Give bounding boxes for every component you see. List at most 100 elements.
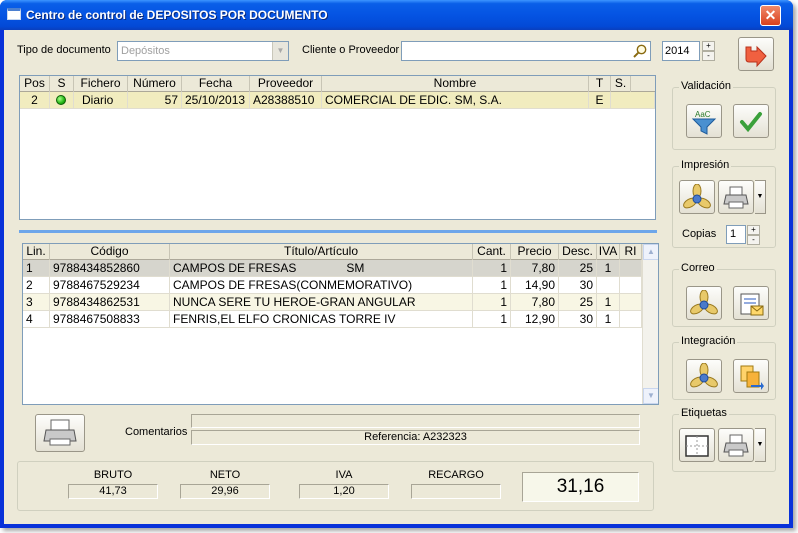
col-fichero[interactable]: Fichero — [74, 76, 128, 92]
cell-desc: 30 — [559, 311, 597, 328]
reference-field: Referencia: A232323 — [191, 430, 640, 445]
title-bar[interactable]: Centro de control de DEPOSITOS POR DOCUM… — [0, 0, 793, 30]
lines-header: Lin. Código Título/Artículo Cant. Precio… — [23, 244, 642, 260]
status-dot-icon — [56, 95, 66, 105]
cell-cant: 1 — [473, 294, 511, 311]
funnel-filter-icon: AaC — [691, 110, 717, 135]
exit-button[interactable] — [738, 37, 774, 71]
table-row[interactable]: 2 9788467529234 CAMPOS DE FRESAS(CONMEMO… — [23, 277, 642, 294]
client-area: Tipo de documento Depósitos ▼ Cliente o … — [4, 30, 789, 524]
labels-button[interactable] — [679, 428, 715, 462]
table-row[interactable]: 1 9788434852860 CAMPOS DE FRESAS SM 1 7,… — [23, 260, 642, 277]
copies-spinner[interactable]: + - — [747, 225, 760, 245]
printer-icon — [723, 434, 749, 457]
integration-panel: Integración — [672, 335, 776, 400]
validate-button[interactable] — [733, 104, 769, 138]
close-button[interactable]: ✕ — [760, 5, 781, 26]
cell-iva: 1 — [597, 311, 620, 328]
cell-lin: 4 — [23, 311, 50, 328]
integration-config-button[interactable] — [686, 359, 722, 393]
cell-cant: 1 — [473, 260, 511, 277]
documents-header: Pos S Fichero Número Fecha Proveedor Nom… — [20, 76, 655, 92]
scroll-down-icon[interactable]: ▼ — [643, 388, 658, 404]
comments-input[interactable] — [191, 414, 640, 428]
mail-config-button[interactable] — [686, 286, 722, 320]
col-proveedor[interactable]: Proveedor — [250, 76, 322, 92]
fan-icon — [690, 290, 718, 315]
spin-up-icon[interactable]: + — [747, 225, 760, 235]
table-row[interactable]: 3 9788434862531 NUNCA SERE TU HEROE-GRAN… — [23, 294, 642, 311]
year-spinner[interactable]: + - — [702, 41, 715, 61]
iva-value: 1,20 — [299, 484, 389, 499]
splitter[interactable] — [19, 230, 657, 233]
col-tipo[interactable]: T — [589, 76, 611, 92]
col-cant[interactable]: Cant. — [473, 244, 511, 260]
cell-tipo: E — [589, 92, 611, 109]
cell-precio: 12,90 — [511, 311, 559, 328]
print-options-dropdown[interactable]: ▼ — [755, 180, 766, 214]
chevron-down-icon[interactable]: ▼ — [272, 42, 288, 60]
col-nombre[interactable]: Nombre — [322, 76, 589, 92]
recargo-value — [411, 484, 501, 499]
cell-titulo: NUNCA SERE TU HEROE-GRAN ANGULAR — [170, 294, 473, 311]
validate-filter-button[interactable]: AaC — [686, 104, 722, 138]
window-title: Centro de control de DEPOSITOS POR DOCUM… — [26, 8, 328, 22]
copies-label: Copias — [682, 228, 717, 240]
cell-ri — [620, 277, 642, 294]
cell-titulo: FENRIS,EL ELFO CRONICAS TORRE IV — [170, 311, 473, 328]
col-precio[interactable]: Precio — [511, 244, 559, 260]
col-fecha[interactable]: Fecha — [182, 76, 250, 92]
col-titulo[interactable]: Título/Artículo — [170, 244, 473, 260]
cell-desc: 25 — [559, 260, 597, 277]
mail-document-icon — [740, 293, 764, 316]
spin-up-icon[interactable]: + — [702, 41, 715, 51]
doc-type-label: Tipo de documento — [17, 44, 111, 56]
cell-codigo: 9788434862531 — [50, 294, 170, 311]
col-ri[interactable]: RI — [620, 244, 642, 260]
lines-scrollbar[interactable]: ▲ ▼ — [642, 244, 658, 404]
checkmark-icon — [740, 112, 762, 133]
col-desc[interactable]: Desc. — [559, 244, 597, 260]
print-labels-button[interactable] — [718, 428, 754, 462]
validation-title: Validación — [679, 80, 733, 92]
col-pos[interactable]: Pos — [20, 76, 50, 92]
app-window: Centro de control de DEPOSITOS POR DOCUM… — [0, 0, 793, 528]
printer-icon — [723, 186, 749, 209]
table-row[interactable]: 2 Diario 57 25/10/2013 A28388510 COMERCI… — [20, 92, 655, 109]
totals-panel: BRUTO 41,73 NETO 29,96 IVA 1,20 RECARGO … — [17, 461, 654, 511]
cell-titulo: CAMPOS DE FRESAS SM — [170, 260, 473, 277]
year-input[interactable]: 2014 — [662, 41, 700, 61]
cell-desc: 30 — [559, 277, 597, 294]
print-config-button[interactable] — [679, 180, 715, 214]
scroll-up-icon[interactable]: ▲ — [643, 244, 658, 260]
copies-input[interactable]: 1 — [726, 225, 746, 244]
labels-options-dropdown[interactable]: ▼ — [755, 428, 766, 462]
bruto-value: 41,73 — [68, 484, 158, 499]
cell-codigo: 9788434852860 — [50, 260, 170, 277]
spin-down-icon[interactable]: - — [747, 235, 760, 245]
col-status[interactable]: S — [50, 76, 74, 92]
printing-panel: Impresión ▼ Copias 1 + - — [672, 159, 776, 248]
print-document-button[interactable] — [718, 180, 754, 214]
col-s2[interactable]: S. — [611, 76, 631, 92]
comments-label: Comentarios — [125, 426, 188, 438]
integrate-button[interactable] — [733, 359, 769, 393]
col-iva[interactable]: IVA — [597, 244, 620, 260]
cell-iva: 1 — [597, 260, 620, 277]
cell-cant: 1 — [473, 311, 511, 328]
spin-down-icon[interactable]: - — [702, 51, 715, 61]
cell-precio: 14,90 — [511, 277, 559, 294]
send-mail-button[interactable] — [733, 286, 769, 320]
col-codigo[interactable]: Código — [50, 244, 170, 260]
doc-type-select[interactable]: Depósitos ▼ — [117, 41, 289, 61]
client-input[interactable] — [401, 41, 651, 61]
col-numero[interactable]: Número — [128, 76, 182, 92]
total-value: 31,16 — [522, 472, 639, 502]
table-row[interactable]: 4 9788467508833 FENRIS,EL ELFO CRONICAS … — [23, 311, 642, 328]
cell-fichero: Diario — [74, 92, 128, 109]
print-button[interactable] — [35, 414, 85, 452]
col-lin[interactable]: Lin. — [23, 244, 50, 260]
cell-fecha: 25/10/2013 — [182, 92, 250, 109]
cell-iva — [597, 277, 620, 294]
search-icon[interactable] — [632, 43, 648, 59]
